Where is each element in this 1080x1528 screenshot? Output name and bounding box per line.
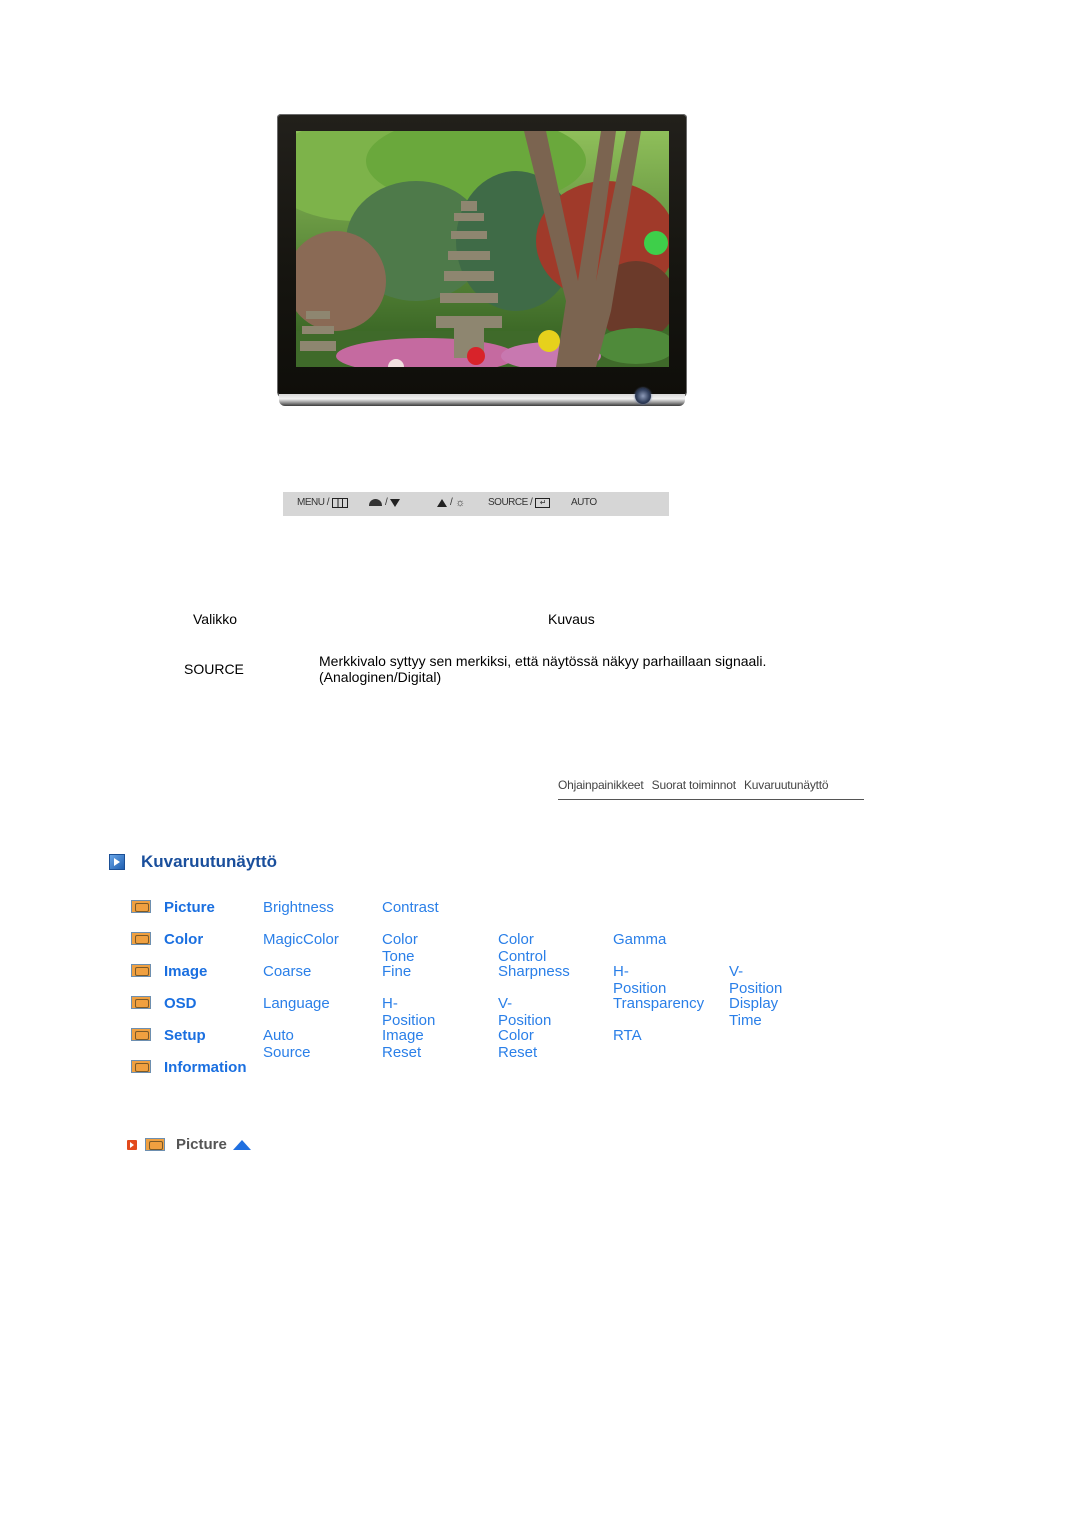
- menu-item-link[interactable]: Coarse: [263, 963, 311, 980]
- setup-icon: [131, 1028, 151, 1041]
- menu-item-link[interactable]: H-Position: [613, 963, 666, 997]
- monitor-base: [279, 394, 685, 406]
- menu-item-link[interactable]: V-Position: [498, 995, 551, 1029]
- auto-button: AUTO: [571, 497, 597, 508]
- auto-label: AUTO: [571, 497, 597, 508]
- menu-category-link[interactable]: Color: [164, 931, 203, 948]
- picture-icon: [145, 1138, 165, 1151]
- menu-item-link[interactable]: Auto Source: [263, 1027, 311, 1061]
- section-heading: Kuvaruutunäyttö: [109, 852, 277, 872]
- menu-item-link[interactable]: RTA: [613, 1027, 642, 1044]
- menu-category-link[interactable]: OSD: [164, 995, 197, 1012]
- breadcrumb-link[interactable]: Kuvaruutunäyttö: [744, 778, 829, 792]
- image-icon: [131, 964, 151, 977]
- menu-category-link[interactable]: Setup: [164, 1027, 206, 1044]
- scroll-up-icon[interactable]: [232, 1139, 251, 1150]
- menu-category-link[interactable]: Information: [164, 1059, 247, 1076]
- down-separator: /: [385, 497, 388, 508]
- breadcrumb-link[interactable]: Ohjainpainikkeet: [558, 778, 644, 792]
- up-brightness-button: / ☼: [437, 497, 465, 508]
- magicbright-icon: [369, 499, 382, 506]
- subsection-nav: Picture: [127, 1136, 251, 1153]
- source-label: SOURCE /: [488, 497, 533, 508]
- osd-icon: [131, 996, 151, 1009]
- brightness-sun-icon: ☼: [455, 496, 465, 509]
- garden-photo: [296, 131, 669, 367]
- menu-category-link[interactable]: Image: [164, 963, 207, 980]
- menu-category-link[interactable]: Picture: [164, 899, 215, 916]
- monitor-illustration: [277, 114, 687, 412]
- menu-item-link[interactable]: Gamma: [613, 931, 666, 948]
- color-icon: [131, 932, 151, 945]
- magicbright-down-button: /: [369, 497, 401, 508]
- menu-item-link[interactable]: Brightness: [263, 899, 334, 916]
- menu-item-link[interactable]: Color Tone: [382, 931, 418, 965]
- power-button-icon: [635, 388, 651, 404]
- menu-label: MENU /: [297, 497, 330, 508]
- description-line: (Analoginen/Digital): [319, 669, 442, 685]
- play-arrow-icon: [109, 854, 125, 870]
- description-line: Merkkivalo syttyy sen merkiksi, että näy…: [319, 653, 767, 669]
- picture-icon: [131, 900, 151, 913]
- menu-grid-icon: [332, 497, 348, 508]
- menu-item-link[interactable]: Fine: [382, 963, 411, 980]
- menu-item-link[interactable]: V-Position: [729, 963, 782, 997]
- menu-item-link[interactable]: Language: [263, 995, 330, 1012]
- source-enter-button: SOURCE / ↵: [488, 497, 551, 508]
- breadcrumb: Ohjainpainikkeet Suorat toiminnot Kuvaru…: [558, 778, 864, 800]
- menu-item-link[interactable]: Display Time: [729, 995, 778, 1029]
- menu-item-link[interactable]: H-Position: [382, 995, 435, 1029]
- monitor-screen-photo: [296, 131, 669, 367]
- red-arrow-icon: [127, 1139, 137, 1150]
- menu-item-link[interactable]: Color Control: [498, 931, 546, 965]
- menu-item-link[interactable]: Contrast: [382, 899, 439, 916]
- menu-item-link[interactable]: MagicColor: [263, 931, 339, 948]
- enter-icon: ↵: [535, 497, 551, 508]
- menu-button: MENU /: [297, 497, 348, 508]
- table-cell-description: Merkkivalo syttyy sen merkiksi, että näy…: [319, 653, 839, 685]
- menu-item-link[interactable]: Sharpness: [498, 963, 570, 980]
- subsection-title: Picture: [176, 1136, 227, 1153]
- down-arrow-icon: [390, 498, 401, 507]
- menu-item-link[interactable]: Color Reset: [498, 1027, 537, 1061]
- table-header-menu: Valikko: [193, 611, 238, 627]
- section-title: Kuvaruutunäyttö: [141, 852, 277, 871]
- table-header-description: Kuvaus: [548, 611, 595, 627]
- up-separator: /: [450, 497, 453, 508]
- menu-item-link[interactable]: Image Reset: [382, 1027, 424, 1061]
- breadcrumb-link[interactable]: Suorat toiminnot: [652, 778, 736, 792]
- menu-item-link[interactable]: Transparency: [613, 995, 704, 1012]
- table-cell-menu: SOURCE: [184, 661, 244, 677]
- monitor-button-strip: MENU / / / ☼ SOURCE / ↵ AUTO: [283, 492, 669, 516]
- information-icon: [131, 1060, 151, 1073]
- up-arrow-icon: [437, 498, 447, 507]
